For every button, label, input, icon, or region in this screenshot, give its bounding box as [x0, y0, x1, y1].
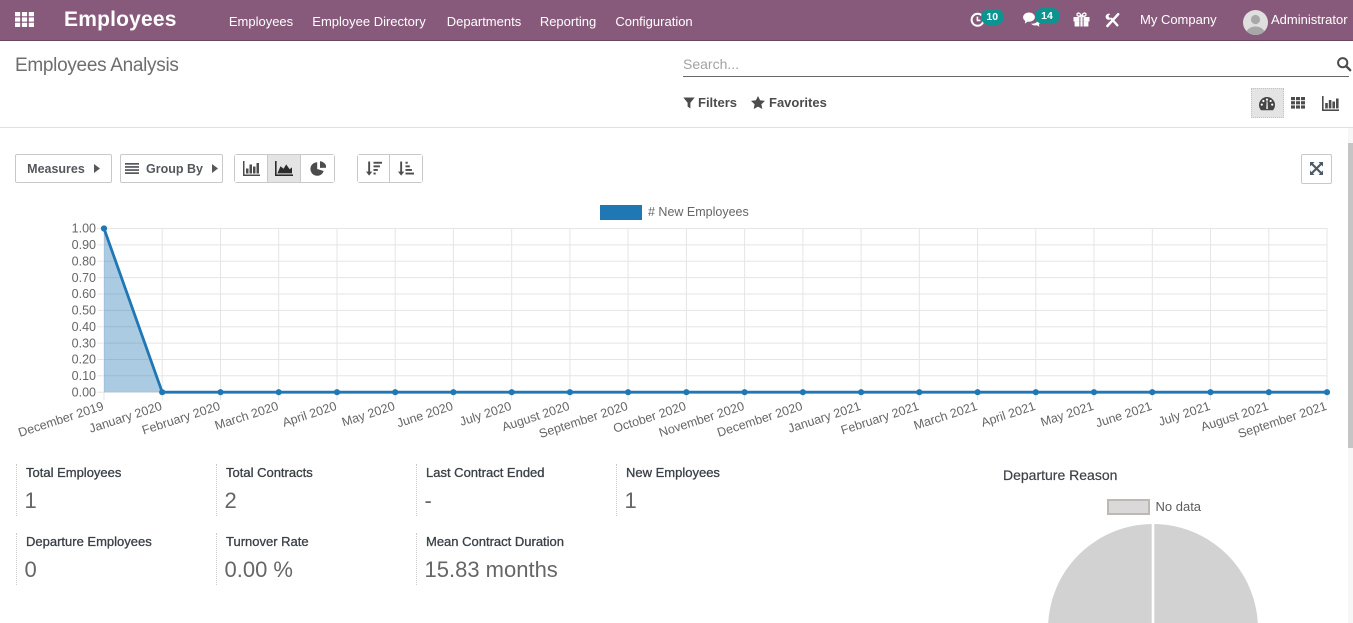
- svg-text:May 2021: May 2021: [1039, 399, 1096, 429]
- svg-text:0.40: 0.40: [72, 320, 96, 334]
- svg-text:0.60: 0.60: [72, 287, 96, 301]
- svg-text:June 2021: June 2021: [1094, 399, 1154, 430]
- svg-text:0.00: 0.00: [72, 385, 96, 399]
- svg-text:1.00: 1.00: [72, 222, 96, 236]
- svg-text:April 2021: April 2021: [979, 399, 1037, 430]
- svg-text:0.50: 0.50: [72, 304, 96, 318]
- svg-text:0.70: 0.70: [72, 271, 96, 285]
- svg-text:March 2020: March 2020: [213, 399, 280, 433]
- svg-text:0.80: 0.80: [72, 254, 96, 268]
- svg-text:March 2021: March 2021: [912, 399, 979, 433]
- svg-text:April 2020: April 2020: [281, 399, 339, 430]
- svg-text:0.10: 0.10: [72, 369, 96, 383]
- svg-text:0.30: 0.30: [72, 336, 96, 350]
- svg-text:June 2020: June 2020: [395, 399, 455, 430]
- svg-text:May 2020: May 2020: [340, 399, 397, 429]
- svg-text:0.90: 0.90: [72, 238, 96, 252]
- svg-text:0.20: 0.20: [72, 353, 96, 367]
